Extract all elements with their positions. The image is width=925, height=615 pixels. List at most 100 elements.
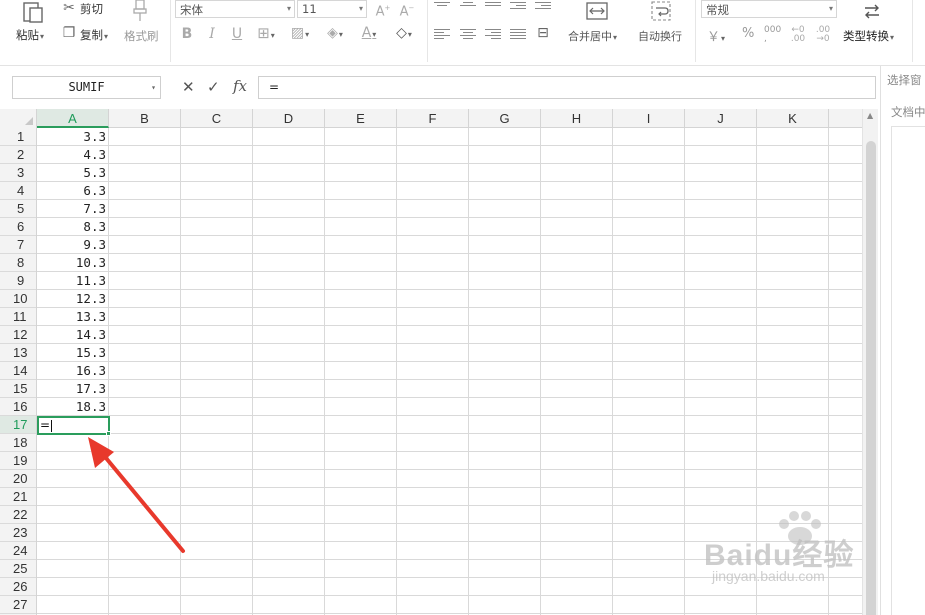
increase-font-icon[interactable]: A+ (373, 1, 393, 19)
column-header-g[interactable]: G (469, 109, 541, 128)
paste-button[interactable]: 粘贴▾ (16, 27, 44, 43)
row-header-18[interactable]: 18 (0, 434, 36, 452)
row-header-16[interactable]: 16 (0, 398, 36, 416)
cell-a8[interactable]: 10.3 (37, 254, 109, 272)
cut-button[interactable]: 剪切 (80, 1, 103, 17)
merge-center-icon[interactable] (586, 0, 608, 22)
row-header-13[interactable]: 13 (0, 344, 36, 362)
object-list[interactable] (891, 126, 925, 615)
confirm-formula-icon[interactable]: ✓ (207, 79, 220, 95)
row-header-8[interactable]: 8 (0, 254, 36, 272)
row-header-26[interactable]: 26 (0, 578, 36, 596)
select-all-corner[interactable] (0, 109, 37, 128)
align-right-icon[interactable] (485, 29, 501, 41)
underline-icon[interactable]: U (230, 27, 244, 41)
row-header-3[interactable]: 3 (0, 164, 36, 182)
merge-center-button[interactable]: 合并居中▾ (568, 28, 617, 44)
cell-a6[interactable]: 8.3 (37, 218, 109, 236)
font-name-select[interactable]: 宋体 ▾ (175, 0, 295, 18)
row-header-27[interactable]: 27 (0, 596, 36, 614)
column-header-f[interactable]: F (397, 109, 469, 128)
distributed-align-icon[interactable]: ⊟ (534, 26, 552, 40)
fill-color-icon[interactable]: ◈▾ (323, 26, 347, 42)
row-header-24[interactable]: 24 (0, 542, 36, 560)
row-header-25[interactable]: 25 (0, 560, 36, 578)
format-painter-button[interactable]: 格式刷 (124, 28, 159, 44)
row-header-9[interactable]: 9 (0, 272, 36, 290)
active-cell-a17[interactable]: = (37, 416, 111, 436)
italic-icon[interactable]: I (205, 27, 219, 41)
row-header-21[interactable]: 21 (0, 488, 36, 506)
wrap-text-icon[interactable] (650, 0, 672, 22)
row-header-17[interactable]: 17 (0, 416, 36, 434)
name-box[interactable]: SUMIF ▾ (12, 76, 161, 99)
column-header-d[interactable]: D (253, 109, 325, 128)
currency-button[interactable]: ￥▾ (707, 26, 725, 45)
row-header-7[interactable]: 7 (0, 236, 36, 254)
fill-handle[interactable] (106, 431, 111, 436)
row-header-1[interactable]: 1 (0, 128, 36, 146)
fill-pattern-icon[interactable]: ▨▾ (288, 26, 312, 42)
cell-a14[interactable]: 16.3 (37, 362, 109, 380)
cell-a5[interactable]: 7.3 (37, 200, 109, 218)
cell-a1[interactable]: 3.3 (37, 128, 109, 146)
column-header-a[interactable]: A (37, 109, 109, 128)
cell-a15[interactable]: 17.3 (37, 380, 109, 398)
cell-a10[interactable]: 12.3 (37, 290, 109, 308)
font-color-icon[interactable]: A▾ (357, 26, 381, 42)
cell-a11[interactable]: 13.3 (37, 308, 109, 326)
row-header-12[interactable]: 12 (0, 326, 36, 344)
column-header-j[interactable]: J (685, 109, 757, 128)
row-header-23[interactable]: 23 (0, 524, 36, 542)
column-header-e[interactable]: E (325, 109, 397, 128)
scissors-icon[interactable]: ✂ (60, 1, 78, 15)
copy-icon[interactable]: ❐ (60, 26, 78, 40)
clear-format-icon[interactable]: ◇▾ (391, 26, 417, 42)
decrease-decimal-icon[interactable]: .00 →0 (814, 26, 832, 44)
row-header-5[interactable]: 5 (0, 200, 36, 218)
cell-a12[interactable]: 14.3 (37, 326, 109, 344)
column-header-i[interactable]: I (613, 109, 685, 128)
wrap-text-button[interactable]: 自动换行 (638, 28, 682, 44)
row-header-22[interactable]: 22 (0, 506, 36, 524)
cell-a13[interactable]: 15.3 (37, 344, 109, 362)
formula-input[interactable]: = (258, 76, 876, 99)
decrease-indent-icon[interactable] (510, 2, 526, 14)
column-header-k[interactable]: K (757, 109, 829, 128)
row-header-6[interactable]: 6 (0, 218, 36, 236)
justify-icon[interactable] (510, 29, 526, 41)
percent-button[interactable]: % (742, 26, 754, 41)
copy-button[interactable]: 复制▾ (80, 27, 108, 43)
row-header-4[interactable]: 4 (0, 182, 36, 200)
row-header-15[interactable]: 15 (0, 380, 36, 398)
align-bottom-icon[interactable] (485, 2, 501, 14)
column-header-c[interactable]: C (181, 109, 253, 128)
increase-decimal-icon[interactable]: ←0.00 (789, 26, 807, 44)
paste-icon[interactable] (20, 2, 46, 24)
type-convert-icon[interactable] (861, 0, 883, 22)
row-header-11[interactable]: 11 (0, 308, 36, 326)
cancel-formula-icon[interactable]: ✕ (182, 79, 195, 95)
align-top-icon[interactable] (434, 2, 450, 14)
row-header-14[interactable]: 14 (0, 362, 36, 380)
column-header-b[interactable]: B (109, 109, 181, 128)
increase-indent-icon[interactable] (535, 2, 551, 14)
cell-a4[interactable]: 6.3 (37, 182, 109, 200)
cell-a16[interactable]: 18.3 (37, 398, 109, 416)
cell-a9[interactable]: 11.3 (37, 272, 109, 290)
scroll-up-icon[interactable]: ▲ (867, 111, 873, 120)
thousands-separator-button[interactable]: 000, (764, 26, 781, 44)
decrease-font-icon[interactable]: A− (397, 1, 417, 19)
cell-a2[interactable]: 4.3 (37, 146, 109, 164)
insert-function-icon[interactable]: fx (233, 78, 247, 94)
column-header-h[interactable]: H (541, 109, 613, 128)
format-painter-icon[interactable] (131, 0, 149, 22)
align-middle-icon[interactable] (460, 2, 476, 14)
row-header-20[interactable]: 20 (0, 470, 36, 488)
align-center-icon[interactable] (460, 29, 476, 41)
borders-icon[interactable]: ⊞▾ (255, 26, 277, 43)
cell-a7[interactable]: 9.3 (37, 236, 109, 254)
row-header-19[interactable]: 19 (0, 452, 36, 470)
font-size-select[interactable]: 11 ▾ (297, 0, 367, 18)
number-format-select[interactable]: 常规 ▾ (701, 0, 837, 18)
